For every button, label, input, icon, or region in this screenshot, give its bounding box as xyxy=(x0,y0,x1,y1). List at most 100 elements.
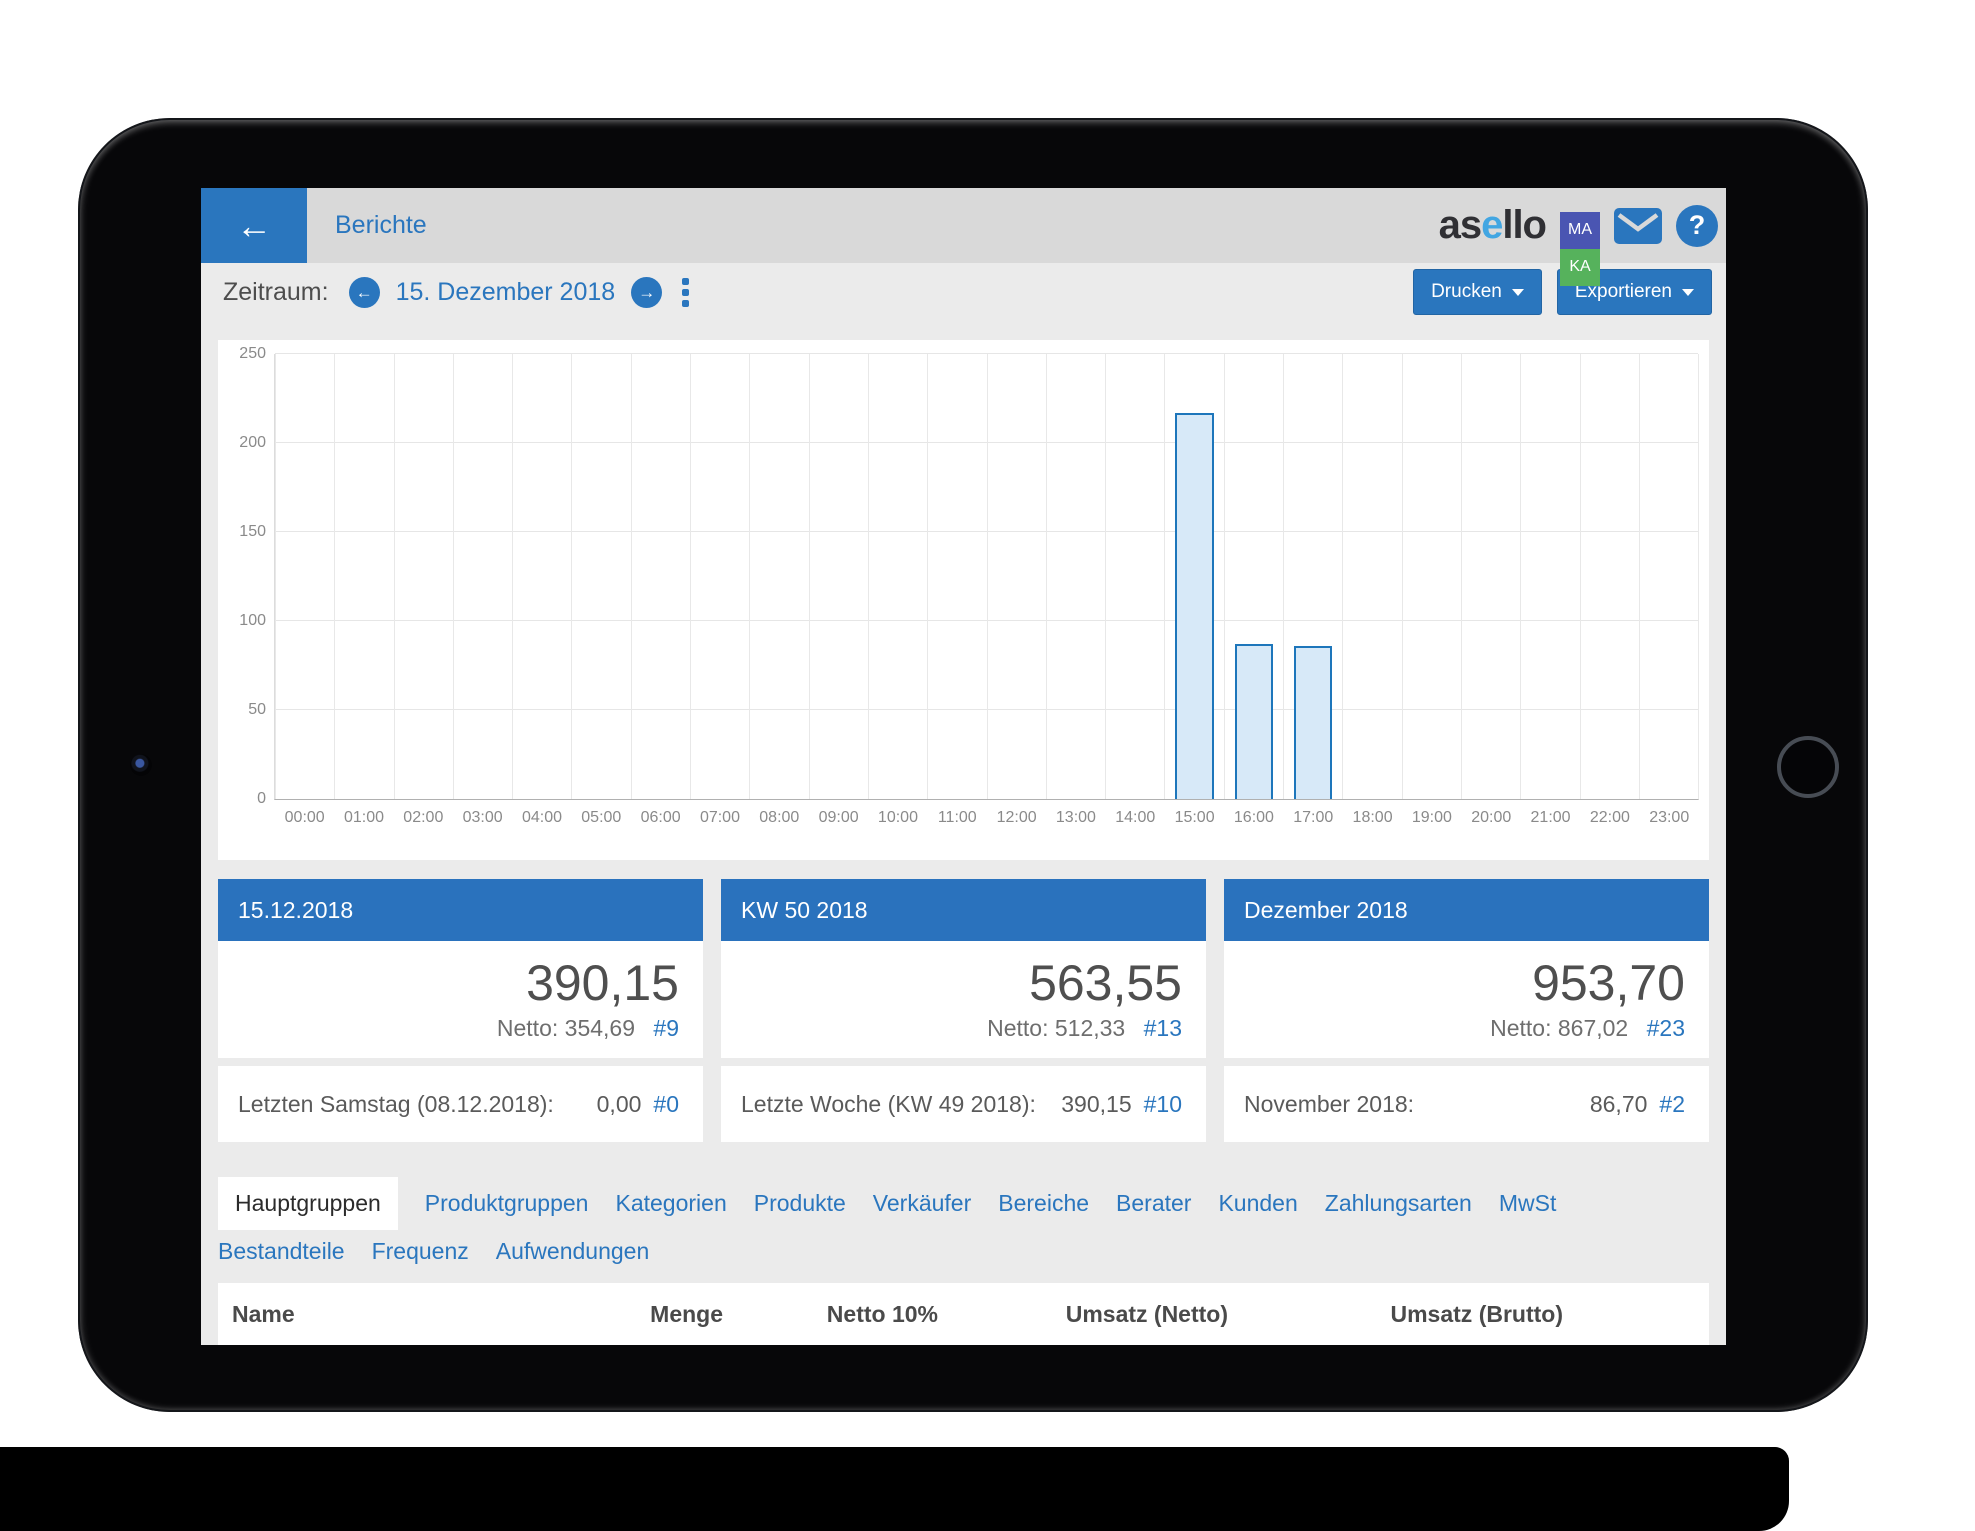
chart-slot-02:00 xyxy=(394,354,453,799)
chart-slot-06:00 xyxy=(631,354,690,799)
tab-kategorien[interactable]: Kategorien xyxy=(615,1190,726,1217)
chart-slot-20:00 xyxy=(1461,354,1520,799)
chart-plot xyxy=(274,354,1699,800)
summary-card-week: KW 50 2018 563,55 Netto: 512,33 #13 Letz… xyxy=(721,879,1206,1142)
logo-accent-letter: e xyxy=(1481,203,1502,247)
receipt-count-link[interactable]: #0 xyxy=(653,1091,679,1118)
y-tick: 0 xyxy=(257,790,266,808)
chart-slot-18:00 xyxy=(1342,354,1401,799)
bar-17:00 xyxy=(1294,646,1332,799)
tab-berater[interactable]: Berater xyxy=(1116,1190,1191,1217)
app-header: ← Berichte asello MA KA xyxy=(201,188,1726,263)
x-tick: 02:00 xyxy=(394,809,453,827)
front-camera-icon xyxy=(130,754,152,776)
chart-slot-00:00 xyxy=(275,354,334,799)
x-tick: 03:00 xyxy=(453,809,512,827)
card-netto-line: Netto: 867,02 #23 xyxy=(1244,1015,1685,1042)
tab-kunden[interactable]: Kunden xyxy=(1218,1190,1297,1217)
hourly-sales-chart: 050100150200250 00:0001:0002:0003:0004:0… xyxy=(218,340,1709,860)
header-right-group: asello MA KA ? xyxy=(1439,188,1726,286)
column-name: Name xyxy=(218,1301,538,1328)
app-screen: ← Berichte asello MA KA xyxy=(201,188,1726,1345)
tablet-frame: ← Berichte asello MA KA xyxy=(78,118,1868,1412)
x-tick: 13:00 xyxy=(1046,809,1105,827)
help-button[interactable]: ? xyxy=(1676,205,1718,247)
envelope-icon xyxy=(1614,208,1662,244)
mail-button[interactable] xyxy=(1614,208,1662,244)
chevron-down-icon xyxy=(1682,289,1694,296)
badge-ka: KA xyxy=(1560,249,1600,286)
column-menge: Menge xyxy=(538,1301,723,1328)
badge-ma: MA xyxy=(1560,212,1600,249)
y-tick: 250 xyxy=(239,345,266,363)
period-options-kebab-icon[interactable] xyxy=(678,274,693,311)
chart-slot-15:00 xyxy=(1164,354,1223,799)
report-tabs: Hauptgruppen Produktgruppen Kategorien P… xyxy=(218,1177,1709,1265)
tab-mwst[interactable]: MwSt xyxy=(1499,1190,1557,1217)
x-tick: 06:00 xyxy=(631,809,690,827)
tab-zahlungsarten[interactable]: Zahlungsarten xyxy=(1325,1190,1472,1217)
page-title: Berichte xyxy=(335,211,427,240)
chart-slot-01:00 xyxy=(334,354,393,799)
back-button[interactable]: ← xyxy=(201,188,307,263)
question-mark-icon: ? xyxy=(1676,205,1718,247)
back-arrow-icon: ← xyxy=(236,205,272,246)
chart-slot-10:00 xyxy=(868,354,927,799)
chart-x-axis: 00:0001:0002:0003:0004:0005:0006:0007:00… xyxy=(275,800,1699,827)
chart-slot-17:00 xyxy=(1283,354,1342,799)
card-netto-line: Netto: 354,69 #9 xyxy=(238,1015,679,1042)
chart-slot-23:00 xyxy=(1639,354,1698,799)
tab-frequenz[interactable]: Frequenz xyxy=(372,1238,469,1265)
chart-slot-08:00 xyxy=(749,354,808,799)
chart-slot-14:00 xyxy=(1105,354,1164,799)
x-tick: 18:00 xyxy=(1343,809,1402,827)
tablet-shadow xyxy=(0,1447,1789,1531)
chart-slot-05:00 xyxy=(571,354,630,799)
chart-slot-12:00 xyxy=(987,354,1046,799)
next-period-button[interactable]: → xyxy=(631,277,662,308)
x-tick: 10:00 xyxy=(868,809,927,827)
card-comparison-row: Letzte Woche (KW 49 2018): 390,15 #10 xyxy=(721,1066,1206,1142)
y-tick: 50 xyxy=(248,701,266,719)
tab-verkaeufer[interactable]: Verkäufer xyxy=(873,1190,971,1217)
x-tick: 09:00 xyxy=(809,809,868,827)
receipt-count-link[interactable]: #2 xyxy=(1659,1091,1685,1118)
user-badge[interactable]: MA KA xyxy=(1560,212,1600,286)
x-tick: 12:00 xyxy=(987,809,1046,827)
selected-period[interactable]: 15. Dezember 2018 xyxy=(396,278,616,307)
x-tick: 05:00 xyxy=(572,809,631,827)
card-comparison-row: Letzten Samstag (08.12.2018): 0,00 #0 xyxy=(218,1066,703,1142)
home-button[interactable] xyxy=(1777,736,1839,798)
receipt-count-link[interactable]: #23 xyxy=(1647,1015,1685,1041)
x-tick: 15:00 xyxy=(1165,809,1224,827)
x-tick: 08:00 xyxy=(750,809,809,827)
card-total: 953,70 xyxy=(1244,955,1685,1011)
tab-hauptgruppen[interactable]: Hauptgruppen xyxy=(218,1177,398,1230)
period-label: Zeitraum: xyxy=(223,278,329,307)
tab-produkte[interactable]: Produkte xyxy=(754,1190,846,1217)
x-tick: 17:00 xyxy=(1284,809,1343,827)
tab-aufwendungen[interactable]: Aufwendungen xyxy=(496,1238,649,1265)
tab-bereiche[interactable]: Bereiche xyxy=(998,1190,1089,1217)
previous-period-button[interactable]: ← xyxy=(349,277,380,308)
bar-15:00 xyxy=(1175,413,1213,799)
chart-slot-19:00 xyxy=(1402,354,1461,799)
receipt-count-link[interactable]: #9 xyxy=(653,1015,679,1041)
bar-16:00 xyxy=(1235,644,1273,799)
chevron-down-icon xyxy=(1512,289,1524,296)
y-tick: 150 xyxy=(239,523,266,541)
receipt-count-link[interactable]: #13 xyxy=(1144,1015,1182,1041)
summary-card-month: Dezember 2018 953,70 Netto: 867,02 #23 N… xyxy=(1224,879,1709,1142)
x-tick: 21:00 xyxy=(1521,809,1580,827)
tab-produktgruppen[interactable]: Produktgruppen xyxy=(425,1190,589,1217)
tab-bestandteile[interactable]: Bestandteile xyxy=(218,1238,345,1265)
card-header: KW 50 2018 xyxy=(721,879,1206,941)
card-header: Dezember 2018 xyxy=(1224,879,1709,941)
x-tick: 19:00 xyxy=(1402,809,1461,827)
report-table-header: Name Menge Netto 10% Umsatz (Netto) Umsa… xyxy=(218,1283,1709,1345)
card-total: 390,15 xyxy=(238,955,679,1011)
chart-slot-16:00 xyxy=(1224,354,1283,799)
summary-cards: 15.12.2018 390,15 Netto: 354,69 #9 Letzt… xyxy=(218,879,1709,1142)
receipt-count-link[interactable]: #10 xyxy=(1144,1091,1182,1118)
chart-slot-09:00 xyxy=(809,354,868,799)
